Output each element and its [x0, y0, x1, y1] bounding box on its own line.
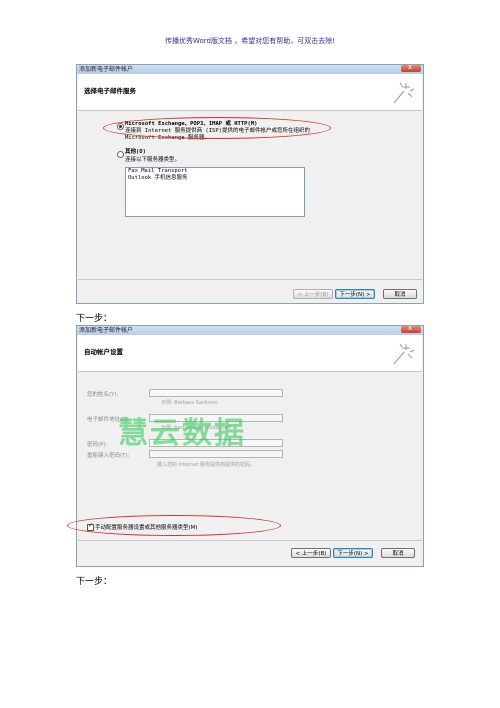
- cancel-button[interactable]: 取消: [383, 289, 417, 299]
- highlight-ellipse: [67, 515, 281, 536]
- back-button[interactable]: < 上一步(B): [293, 289, 333, 299]
- wizard-sparkle-icon: [393, 343, 415, 365]
- dialog-titlebar: 添加新电子邮件帐户: [77, 324, 423, 335]
- password-label: 密码(P):: [87, 442, 108, 448]
- footer-divider: [78, 279, 422, 280]
- highlight-ellipse: [103, 117, 331, 139]
- name-field[interactable]: [149, 389, 283, 397]
- other-server-radio[interactable]: [117, 151, 124, 158]
- caption-next-step-1: 下一步：: [76, 314, 113, 324]
- caption-next-step-2: 下一步：: [76, 577, 113, 587]
- password-hint: 键入您的 Internet 服务提供商提供的密码。: [157, 462, 256, 468]
- next-button[interactable]: 下一步(N) >: [333, 548, 373, 558]
- wizard-sparkle-icon: [393, 82, 415, 104]
- watermark: 慧云数据: [118, 416, 246, 451]
- close-button[interactable]: [401, 63, 421, 72]
- section-title: 选择电子邮件服务: [84, 87, 136, 95]
- server-type-list[interactable]: Fax Mail Transport Outlook 手机信息服务: [125, 167, 305, 217]
- document-header: 传播优秀Word版文档 ，希望对您有帮助，可双击去除!: [164, 37, 336, 45]
- dialog-header-panel: 自动帐户设置: [78, 335, 422, 371]
- dialog-title: 添加新电子邮件帐户: [79, 66, 134, 73]
- dialog-titlebar: 添加新电子邮件帐户: [77, 63, 423, 74]
- dialog-title: 添加新电子邮件帐户: [79, 327, 134, 334]
- option2-desc: 连接以下服务器类型。: [125, 157, 181, 163]
- list-item[interactable]: Fax Mail Transport: [126, 168, 304, 175]
- back-button[interactable]: < 上一步(B): [291, 548, 331, 558]
- dialog-header-panel: 选择电子邮件服务: [78, 74, 422, 110]
- footer-divider: [78, 540, 422, 541]
- name-label: 您的姓名(Y):: [87, 392, 119, 398]
- close-button[interactable]: [401, 324, 421, 333]
- next-button[interactable]: 下一步(N) >: [335, 289, 375, 299]
- header-divider: [78, 371, 422, 372]
- option2-label: 其他(O): [125, 149, 146, 155]
- add-email-account-dialog-1: 添加新电子邮件帐户 选择电子邮件服务 Microsoft Exchange、PO…: [76, 63, 424, 304]
- cancel-button[interactable]: 取消: [381, 548, 415, 558]
- header-divider: [78, 110, 422, 111]
- name-hint: 示例: Barbara Sankovic: [161, 400, 219, 406]
- retype-password-label: 重新键入密码(T):: [87, 453, 130, 459]
- section-title: 自动帐户设置: [84, 348, 123, 356]
- list-item[interactable]: Outlook 手机信息服务: [126, 175, 304, 182]
